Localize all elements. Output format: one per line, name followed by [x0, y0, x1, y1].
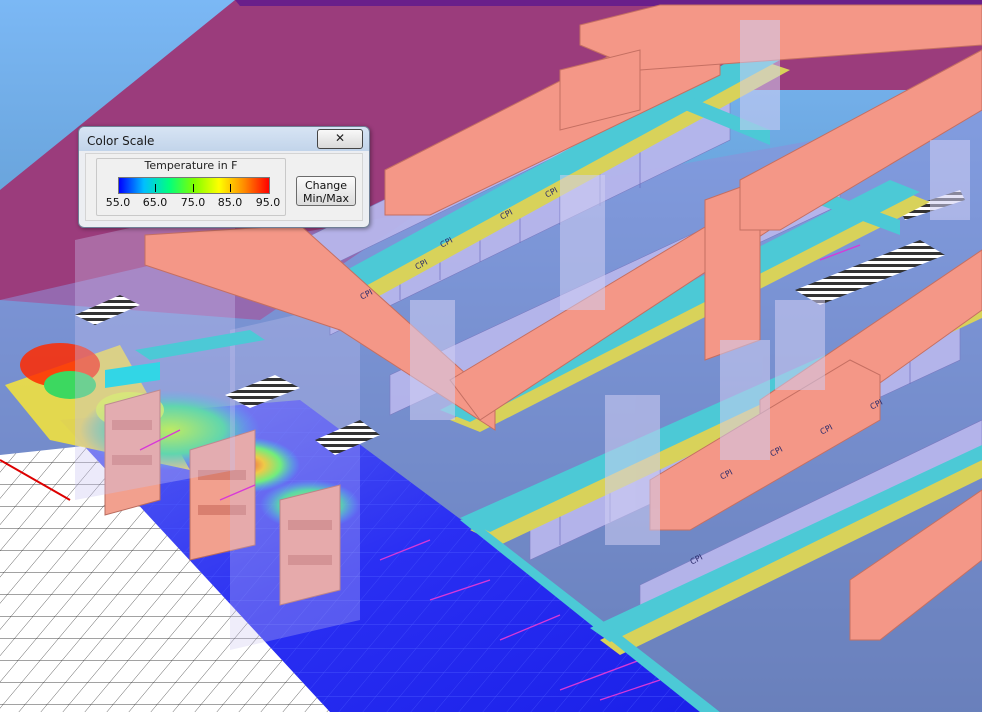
close-icon: ✕ [334, 131, 346, 145]
dialog-body: Temperature in F 55.0 65.0 75.0 85.0 95.… [85, 153, 363, 221]
tick-label-55: 55.0 [105, 196, 131, 209]
tick-mark [155, 184, 156, 192]
tick-label-95: 95.0 [255, 196, 281, 209]
tick-label-65: 65.0 [142, 196, 168, 209]
cfd-3d-viewport[interactable] [0, 0, 982, 712]
color-scale-dialog[interactable]: Color Scale ✕ Temperature in F 55.0 65.0… [78, 126, 370, 228]
tick-mark [193, 184, 194, 192]
tick-label-75: 75.0 [180, 196, 206, 209]
scale-title: Temperature in F [144, 159, 238, 172]
temperature-color-bar [118, 177, 270, 194]
close-button[interactable]: ✕ [317, 129, 363, 149]
dialog-title: Color Scale [87, 134, 155, 148]
tick-label-85: 85.0 [217, 196, 243, 209]
temperature-scale-group: Temperature in F 55.0 65.0 75.0 85.0 95.… [96, 158, 286, 216]
tick-mark [230, 184, 231, 192]
change-min-max-button[interactable]: Change Min/Max [296, 176, 356, 206]
